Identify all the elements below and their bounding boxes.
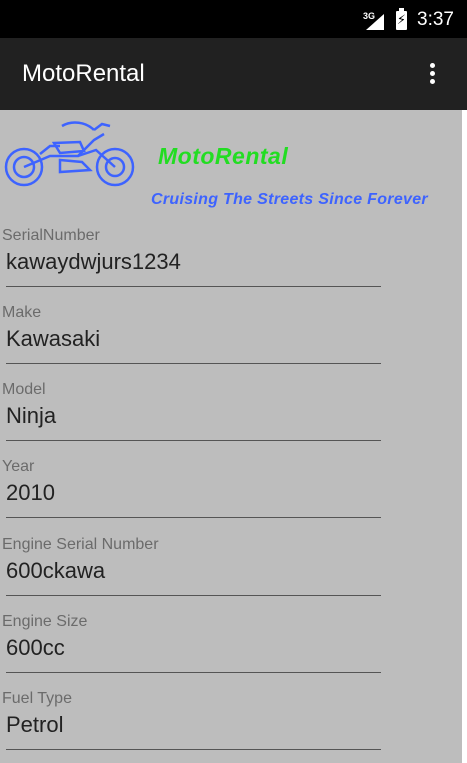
model-input[interactable]: Ninja <box>6 403 56 429</box>
field-serial-number: SerialNumber kawaydwjurs1234 <box>0 227 462 304</box>
banner-title: MotoRental <box>158 143 289 169</box>
app-bar: MotoRental <box>0 38 467 110</box>
input-underline <box>6 363 381 364</box>
year-input[interactable]: 2010 <box>6 480 55 506</box>
input-underline <box>6 672 381 673</box>
fuel-type-input[interactable]: Petrol <box>6 712 63 738</box>
field-engine-serial-number: Engine Serial Number 600ckawa <box>0 536 462 613</box>
field-label: Make <box>2 304 42 321</box>
make-input[interactable]: Kawasaki <box>6 326 100 352</box>
field-label: SerialNumber <box>2 227 100 244</box>
field-label: Year <box>2 458 35 475</box>
screen-edge <box>462 110 467 763</box>
overflow-menu-icon[interactable] <box>418 60 446 88</box>
banner: MotoRental Cruising The Streets Since Fo… <box>0 110 462 220</box>
input-underline <box>6 749 381 750</box>
field-year: Year 2010 <box>0 458 462 535</box>
field-label: Engine Serial Number <box>2 536 159 553</box>
field-label: Engine Size <box>2 613 88 630</box>
field-make: Make Kawasaki <box>0 304 462 381</box>
input-underline <box>6 286 381 287</box>
input-underline <box>6 440 381 441</box>
form-content[interactable]: MotoRental Cruising The Streets Since Fo… <box>0 110 462 763</box>
engine-size-input[interactable]: 600cc <box>6 635 65 661</box>
battery-charging-icon: ⚡ <box>396 8 407 30</box>
motorcycle-icon <box>4 121 135 187</box>
banner-tagline: Cruising The Streets Since Forever <box>151 191 428 208</box>
input-underline <box>6 595 381 596</box>
signal-icon <box>366 14 384 30</box>
field-model: Model Ninja <box>0 381 462 458</box>
field-label: Fuel Type <box>2 690 72 707</box>
field-fuel-type: Fuel Type Petrol <box>0 690 462 763</box>
status-time: 3:37 <box>417 9 454 30</box>
app-title: MotoRental <box>22 60 145 87</box>
engine-serial-number-input[interactable]: 600ckawa <box>6 558 105 584</box>
input-underline <box>6 517 381 518</box>
field-label: Model <box>2 381 46 398</box>
serial-number-input[interactable]: kawaydwjurs1234 <box>6 249 181 275</box>
field-engine-size: Engine Size 600cc <box>0 613 462 690</box>
status-bar: 3G ⚡ 3:37 <box>0 0 467 38</box>
